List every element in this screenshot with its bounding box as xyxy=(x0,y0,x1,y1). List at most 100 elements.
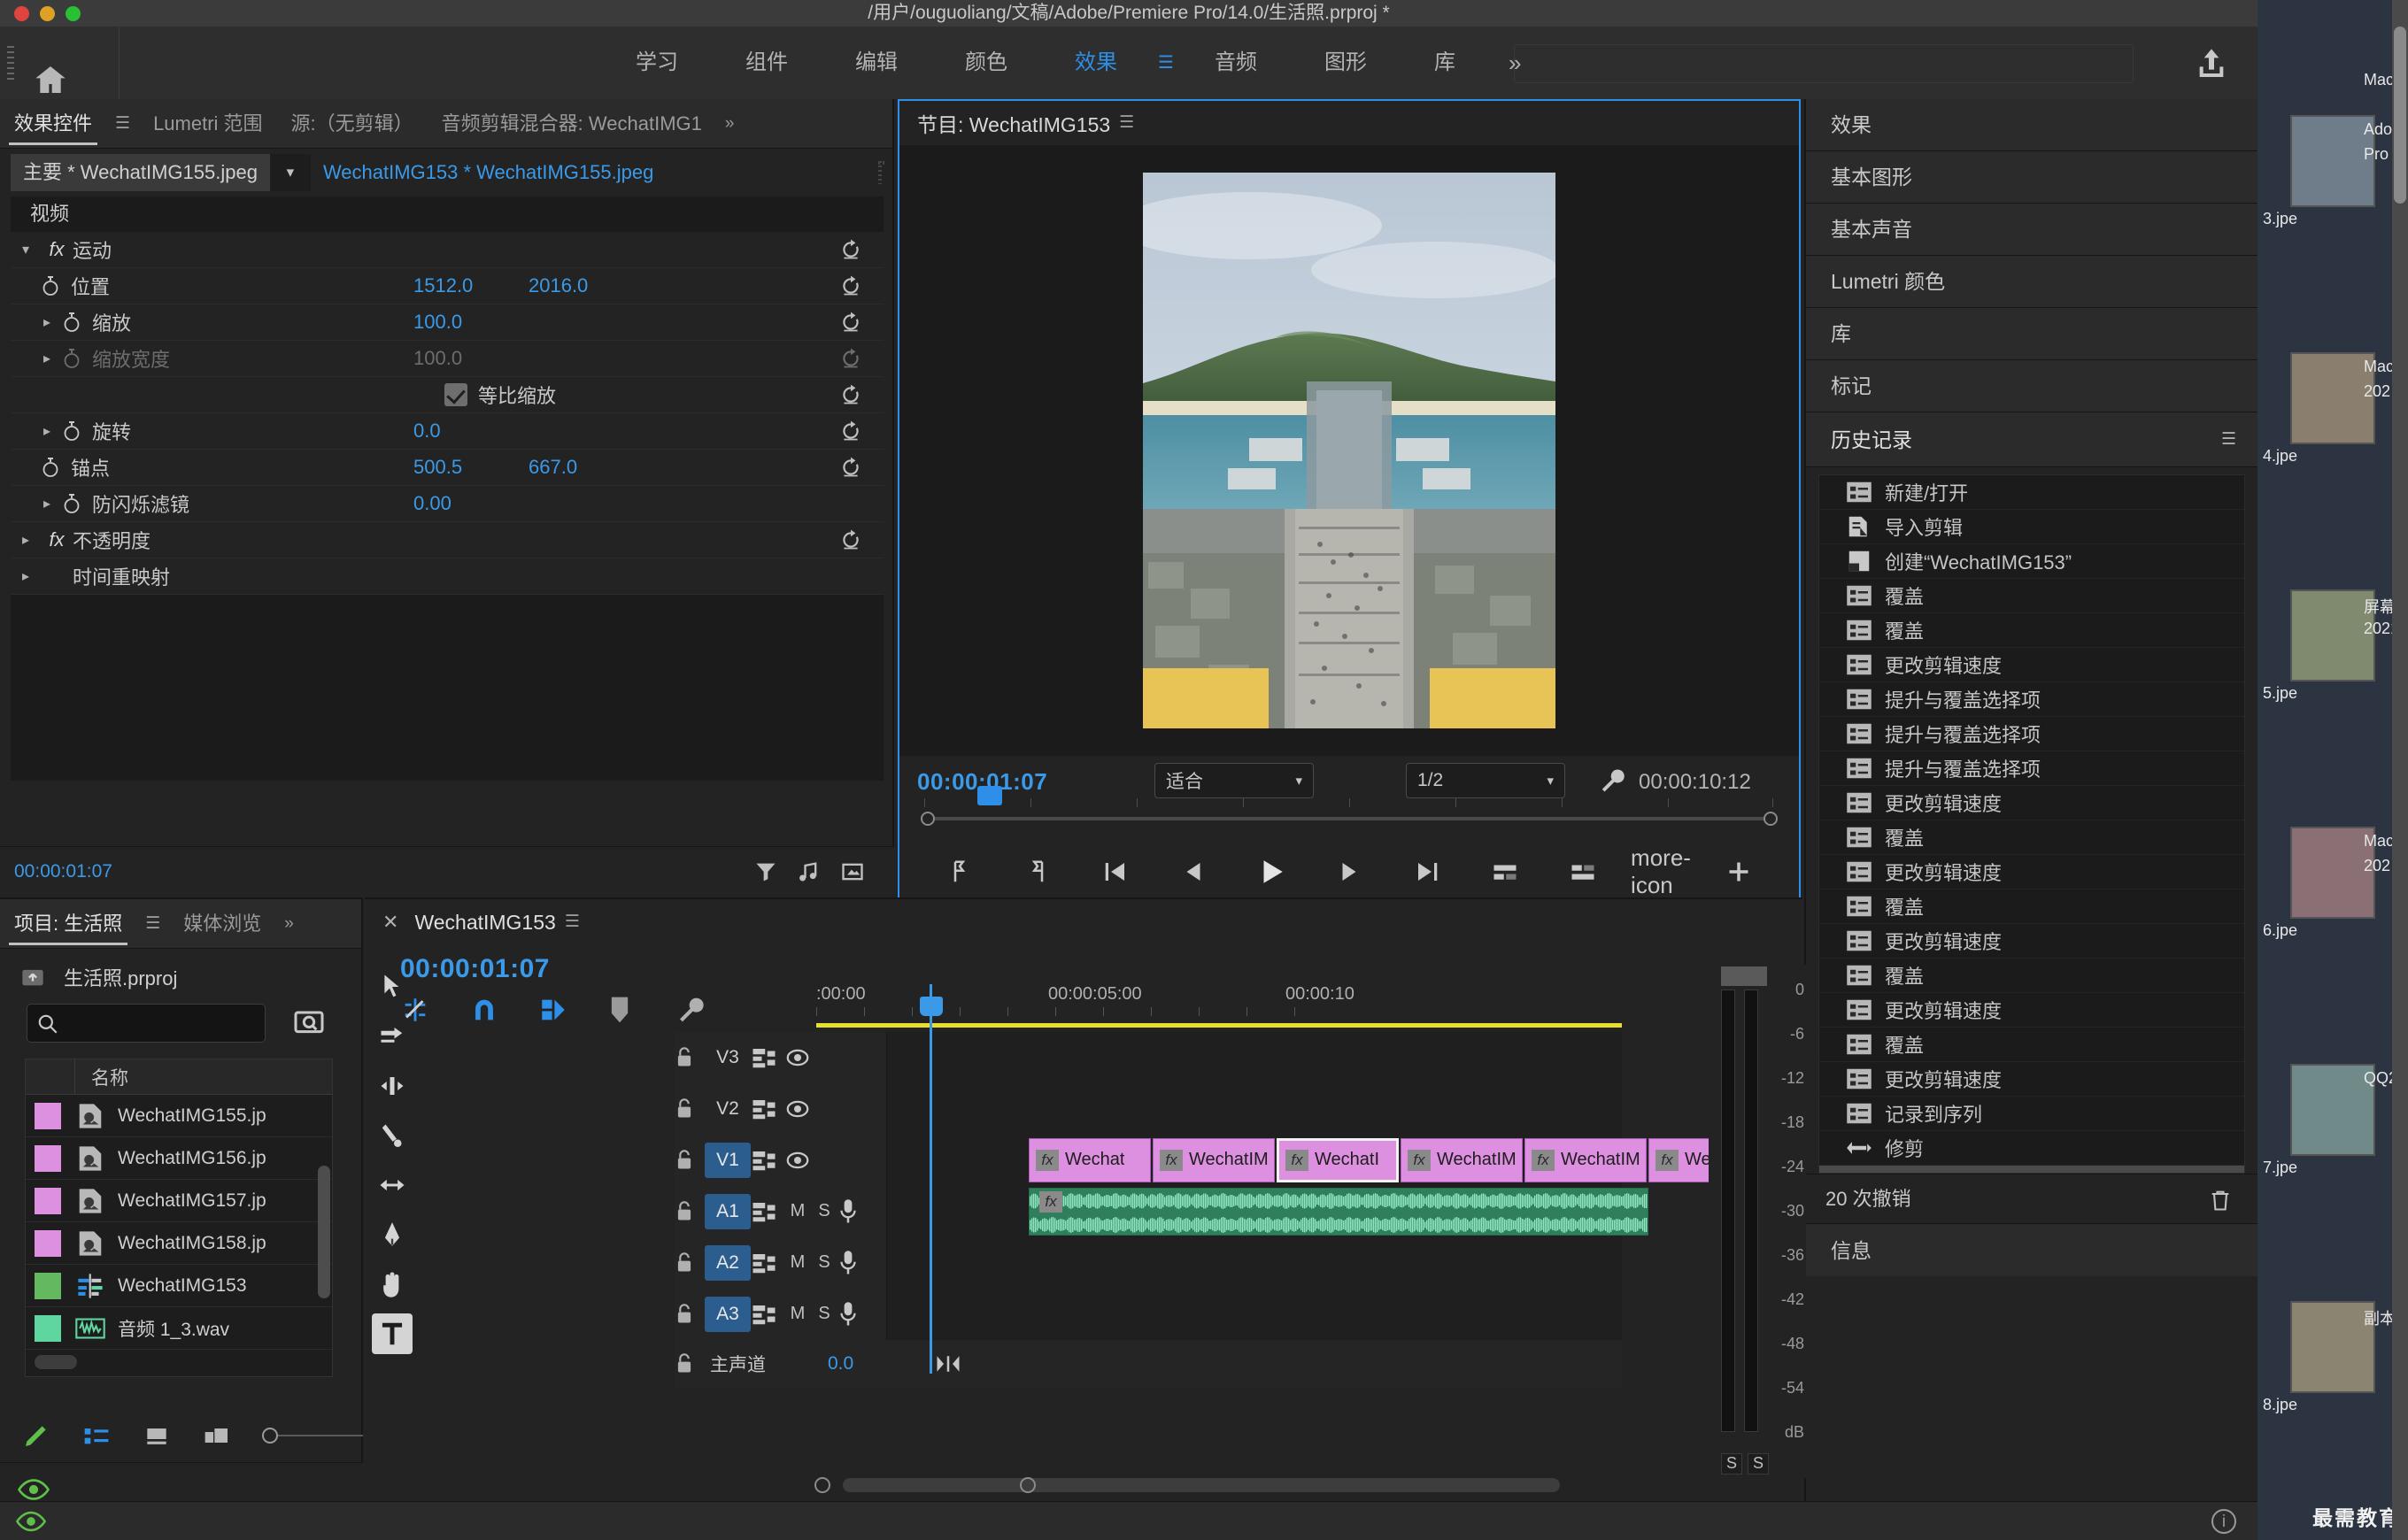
go-to-out-icon[interactable] xyxy=(1409,854,1445,889)
effect-prop-rotation[interactable]: ▸ 旋转 0.0 xyxy=(11,413,884,450)
history-item[interactable]: 覆盖 xyxy=(1819,820,2244,855)
home-icon[interactable] xyxy=(31,62,70,97)
project-root-icon[interactable] xyxy=(18,965,48,989)
reset-icon[interactable] xyxy=(839,274,862,297)
ripple-edit-tool-icon[interactable] xyxy=(372,1066,413,1106)
scrub-start-handle[interactable] xyxy=(921,812,935,826)
project-overflow-button[interactable]: » xyxy=(275,899,303,949)
project-menu-icon[interactable]: ☰ xyxy=(136,899,169,949)
sync-icon[interactable] xyxy=(751,1046,784,1069)
timeline-video-clip[interactable]: fx WechatIM xyxy=(1524,1137,1647,1182)
timeline-playhead[interactable] xyxy=(930,984,932,1374)
track-name-badge[interactable]: V1 xyxy=(705,1142,751,1178)
stopwatch-icon[interactable] xyxy=(41,275,71,296)
track-name-badge[interactable]: V3 xyxy=(705,1040,751,1075)
eye-icon[interactable] xyxy=(18,1477,50,1502)
effect-controls-resize-grip[interactable] xyxy=(878,161,887,184)
workspace-tab-libraries[interactable]: 库 xyxy=(1401,27,1489,99)
history-item[interactable]: 更改剪辑速度 xyxy=(1819,1062,2244,1097)
timeline-video-clip[interactable]: fx Wechat xyxy=(1029,1137,1151,1182)
solo-button[interactable]: S xyxy=(811,1201,837,1221)
rotation-value[interactable]: 0.0 xyxy=(413,420,441,443)
history-item[interactable]: 提升与覆盖选择项 xyxy=(1819,751,2244,786)
solo-button[interactable]: S xyxy=(811,1252,837,1273)
timeline-menu-icon[interactable]: ☰ xyxy=(556,897,589,947)
sync-icon[interactable] xyxy=(751,1200,784,1223)
desktop-scrollbar[interactable] xyxy=(2392,0,2408,1540)
thumbnail-zoom-slider[interactable] xyxy=(262,1427,363,1444)
list-view-icon[interactable] xyxy=(81,1421,112,1450)
history-list[interactable]: 新建/打开 导入剪辑 创建“WechatIMG153” 覆盖 覆盖 更改剪辑速度 提升与覆盖… xyxy=(1818,474,2245,1174)
lock-icon[interactable] xyxy=(675,1046,705,1069)
trash-icon[interactable] xyxy=(2208,1187,2233,1213)
master-clip-label[interactable]: 主要 * WechatIMG155.jpeg xyxy=(11,154,270,191)
uniform-scale-checkbox[interactable] xyxy=(444,383,467,406)
timeline-video-clip[interactable]: fx WechatIM xyxy=(1153,1137,1275,1182)
history-item[interactable]: 覆盖 xyxy=(1819,889,2244,924)
track-content[interactable] xyxy=(887,1031,1622,1083)
history-item[interactable]: 修剪 xyxy=(1819,1166,2244,1173)
panel-tab-essential-sound[interactable]: 基本声音 xyxy=(1806,204,2258,256)
go-to-in-icon[interactable] xyxy=(1098,854,1133,889)
timeline-tracks[interactable]: V3 V2 V1 fx Wechat fx WechatIM fx WechatI fx Wecha… xyxy=(675,1031,1771,1421)
effect-controls-overflow-button[interactable]: » xyxy=(716,99,744,149)
history-item[interactable]: 更改剪辑速度 xyxy=(1819,648,2244,682)
track-content[interactable] xyxy=(887,1288,1622,1340)
chevron-right-icon[interactable]: ▸ xyxy=(32,495,62,512)
workspace-overflow-button[interactable]: » xyxy=(1489,27,1540,99)
effect-prop-scale[interactable]: ▸ 缩放 100.0 xyxy=(11,304,884,341)
tab-source-monitor[interactable]: 源:（无剪辑） xyxy=(277,99,428,149)
timeline-track[interactable]: V3 xyxy=(675,1031,1622,1083)
icon-view-icon[interactable] xyxy=(142,1421,172,1450)
eye-icon[interactable] xyxy=(784,1149,818,1172)
timeline-track[interactable]: A1 M Sfx xyxy=(675,1185,1648,1237)
program-monitor-title[interactable]: 节目: WechatIMG153 xyxy=(917,108,1110,138)
history-menu-icon[interactable]: ☰ xyxy=(2221,412,2236,467)
audio-solo-left-button[interactable]: S xyxy=(1721,1453,1742,1475)
track-name-badge[interactable]: A2 xyxy=(705,1244,751,1281)
stopwatch-icon[interactable] xyxy=(41,457,71,478)
anchor-y-value[interactable]: 667.0 xyxy=(529,456,577,479)
track-content[interactable]: fx xyxy=(887,1185,1648,1237)
history-item[interactable]: 覆盖 xyxy=(1819,1028,2244,1062)
eye-icon[interactable] xyxy=(784,1097,818,1120)
linked-selection-icon[interactable] xyxy=(538,995,568,1025)
track-content[interactable]: fx Wechat fx WechatIM fx WechatI fx WechatIM fx W… xyxy=(887,1134,1771,1186)
stopwatch-icon[interactable] xyxy=(62,312,92,333)
effect-prop-anti-flicker[interactable]: ▸ 防闪烁滤镜 0.00 xyxy=(11,486,884,522)
panel-tab-effects[interactable]: 效果 xyxy=(1806,99,2258,151)
history-item[interactable]: 新建/打开 xyxy=(1819,475,2244,510)
selection-tool-icon[interactable] xyxy=(372,966,413,1007)
project-root-row[interactable]: 生活照.prproj xyxy=(18,963,177,991)
tab-project[interactable]: 项目: 生活照 xyxy=(0,899,136,949)
timeline-audio-clip[interactable]: fx xyxy=(1029,1187,1648,1236)
timeline-sequence-name[interactable]: WechatIMG153 xyxy=(414,911,555,935)
tab-effect-controls[interactable]: 效果控件 xyxy=(0,99,106,149)
effect-controls-timecode[interactable]: 00:00:01:07 xyxy=(14,861,112,882)
lock-icon[interactable] xyxy=(675,1097,705,1120)
timeline-track[interactable]: V1 fx Wechat fx WechatIM fx WechatI fx WechatIM f… xyxy=(675,1134,1771,1186)
wrench-icon[interactable] xyxy=(1599,766,1625,795)
effect-prop-uniform-scale[interactable]: 等比缩放 xyxy=(11,377,884,413)
anchor-x-value[interactable]: 500.5 xyxy=(413,456,462,479)
history-item[interactable]: 更改剪辑速度 xyxy=(1819,993,2244,1028)
history-item[interactable]: 导入剪辑 xyxy=(1819,510,2244,544)
info-icon[interactable]: i xyxy=(2211,1509,2236,1534)
filter-icon[interactable] xyxy=(752,859,779,884)
panel-tab-markers[interactable]: 标记 xyxy=(1806,360,2258,412)
wrench-icon[interactable] xyxy=(676,995,706,1025)
column-name-header[interactable]: 名称 xyxy=(75,1064,128,1090)
sync-icon[interactable] xyxy=(751,1097,784,1120)
audio-solo-right-button[interactable]: S xyxy=(1748,1453,1769,1475)
workspace-tab-editing[interactable]: 编辑 xyxy=(822,27,931,99)
hscroll-zoom-handle[interactable] xyxy=(1020,1477,1036,1493)
reset-icon[interactable] xyxy=(839,383,862,406)
history-item[interactable]: 更改剪辑速度 xyxy=(1819,924,2244,959)
history-item[interactable]: 修剪 xyxy=(1819,1131,2244,1166)
master-track-value[interactable]: 0.0 xyxy=(828,1353,853,1374)
chevron-right-icon[interactable]: ▸ xyxy=(32,313,62,331)
audio-meter-clip-indicator[interactable] xyxy=(1721,966,1767,986)
track-name-badge[interactable]: A3 xyxy=(705,1296,751,1332)
history-item[interactable]: 覆盖 xyxy=(1819,613,2244,648)
project-item-row[interactable]: WechatIMG156.jp xyxy=(26,1137,332,1180)
